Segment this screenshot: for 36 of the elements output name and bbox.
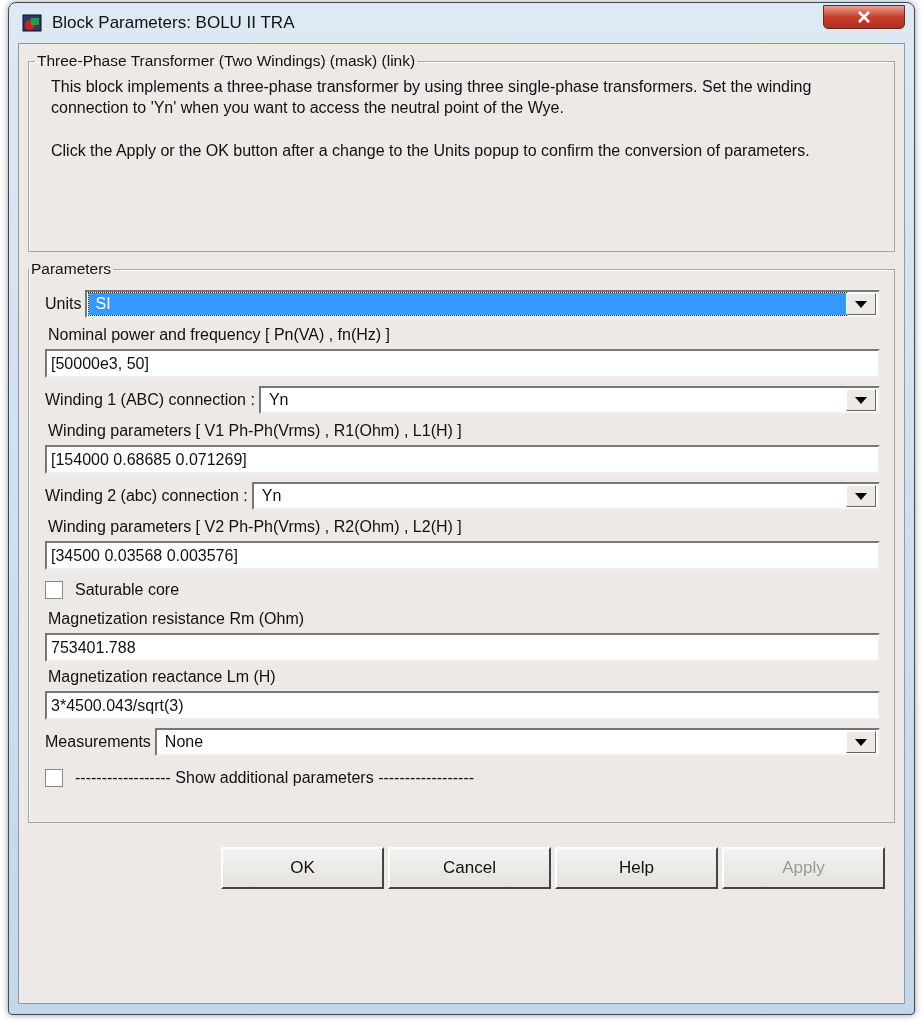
dropdown-field[interactable]: None (154, 728, 880, 756)
dropdown-field[interactable]: Yn (258, 386, 880, 414)
field-label: Winding parameters [ V1 Ph-Ph(Vrms) , R1(Ohm) , L1(H) ] (47, 422, 463, 440)
checkbox-label: ------------------ Show additional parameters ------------------ (75, 769, 475, 787)
block-icon (22, 14, 42, 32)
field-label: Measurements (45, 733, 152, 751)
field-label: Winding 1 (ABC) connection : (45, 391, 256, 409)
field-label: Winding parameters [ V2 Ph-Ph(Vrms) , R2(Ohm) , L2(H) ] (47, 518, 463, 536)
checkbox[interactable] (45, 581, 63, 599)
dropdown-value: Yn (267, 390, 290, 410)
field-label: Units (45, 295, 83, 313)
input-field[interactable]: [50000e3, 50] (45, 349, 880, 378)
input-field[interactable]: [34500 0.03568 0.003576] (45, 541, 880, 570)
close-icon (857, 11, 871, 23)
group-title: Parameters (30, 260, 113, 278)
dropdown-value: SI (89, 293, 846, 315)
checkbox-label: Saturable core (75, 581, 180, 599)
dialog-button[interactable]: Cancel (388, 847, 551, 889)
checkbox[interactable] (45, 769, 63, 787)
description-text: This block implements a three-phase transformer by using three single-phase transformers. Set the winding connection to 'Yn' when you want to access the neutral point of the Wye. (51, 77, 813, 118)
dropdown-value: Yn (260, 486, 283, 506)
dialog-button[interactable]: Help (555, 847, 718, 889)
dropdown-field[interactable]: Yn (251, 482, 880, 510)
close-button[interactable] (823, 5, 905, 29)
input-field[interactable]: 753401.788 (45, 633, 880, 662)
field-label: Winding 2 (abc) connection : (45, 487, 249, 505)
dialog-button[interactable]: OK (221, 847, 384, 889)
input-field[interactable]: 3*4500.043/sqrt(3) (45, 691, 880, 720)
input-field[interactable]: [154000 0.68685 0.071269] (45, 445, 880, 474)
field-label: Magnetization resistance Rm (Ohm) (47, 610, 306, 628)
field-label: Magnetization reactance Lm (H) (47, 668, 277, 686)
window-title: Block Parameters: BOLU II TRA (52, 13, 296, 33)
dropdown-value: None (163, 732, 205, 752)
group-title: Three-Phase Transformer (Two Windings) (mask) (link) (36, 52, 417, 70)
field-label: Nominal power and frequency [ Pn(VA) , fn(Hz) ] (47, 326, 392, 344)
description-text: Click the Apply or the OK button after a change to the Units popup to confirm the conversion of parameters. (51, 141, 811, 161)
